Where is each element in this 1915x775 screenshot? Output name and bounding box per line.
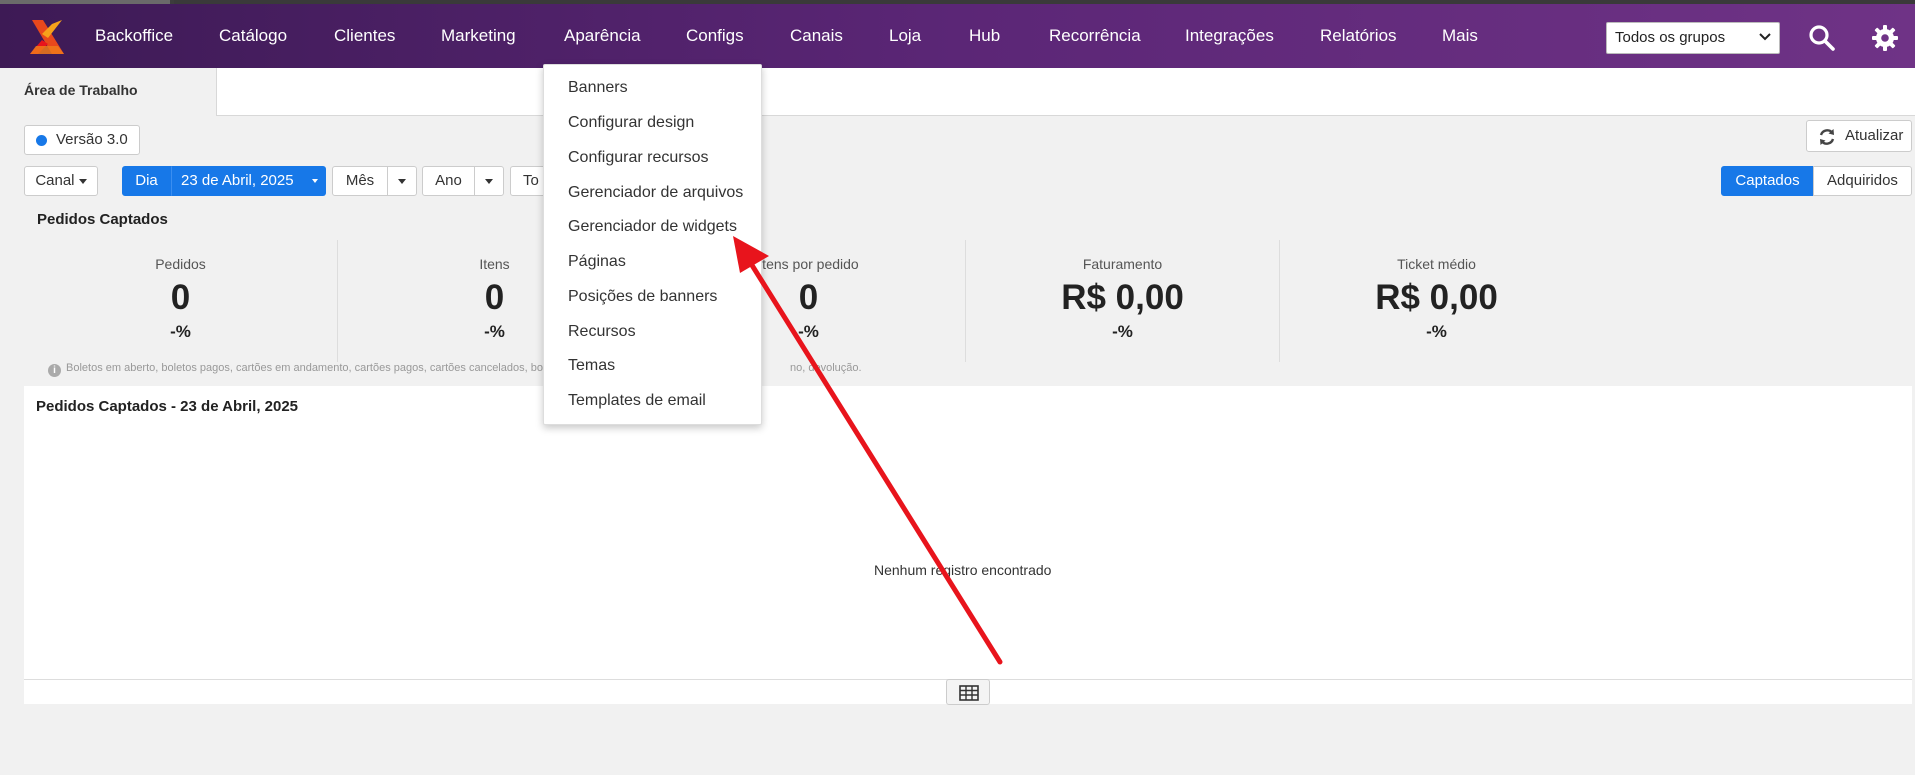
stat-faturamento: Faturamento R$ 0,00 -%	[966, 240, 1279, 362]
adquiridos-toggle[interactable]: Adquiridos	[1813, 166, 1912, 196]
nav-aparencia[interactable]: Aparência	[564, 24, 641, 48]
version-badge[interactable]: Versão 3.0	[24, 125, 140, 155]
stats-title: Pedidos Captados	[37, 211, 168, 228]
update-label: Atualizar	[1845, 127, 1904, 144]
nav-catalogo[interactable]: Catálogo	[219, 24, 287, 48]
menu-item-paginas[interactable]: Páginas	[568, 253, 626, 271]
search-icon[interactable]	[1808, 24, 1836, 52]
caret-down-icon	[485, 178, 493, 184]
nav-recorrencia[interactable]: Recorrência	[1049, 24, 1141, 48]
menu-item-posicoes-de-banners[interactable]: Posições de banners	[568, 288, 717, 306]
orders-chart-panel: Pedidos Captados - 23 de Abril, 2025 Nen…	[24, 386, 1912, 704]
stat-ticket-medio: Ticket médio R$ 0,00 -%	[1280, 240, 1593, 362]
version-label: Versão 3.0	[56, 131, 128, 148]
menu-item-gerenciador-de-arquivos[interactable]: Gerenciador de arquivos	[568, 184, 743, 202]
adquiridos-label: Adquiridos	[1827, 172, 1898, 189]
period-year-label: Ano	[435, 172, 462, 189]
tab-strip-fill	[217, 68, 1915, 115]
menu-item-templates-de-email[interactable]: Templates de email	[568, 392, 706, 410]
stat-value: 0	[170, 278, 191, 317]
stat-value: R$ 0,00	[1375, 278, 1498, 317]
canal-dropdown[interactable]: Canal	[24, 166, 98, 196]
tab-area-de-trabalho[interactable]: Área de Trabalho	[0, 68, 217, 116]
menu-item-configurar-design[interactable]: Configurar design	[568, 114, 694, 132]
canal-label: Canal	[35, 172, 75, 189]
brand-logo[interactable]	[28, 16, 68, 58]
caret-down-icon	[312, 179, 318, 183]
month-dropdown-toggle[interactable]	[387, 166, 417, 196]
update-button[interactable]: Atualizar	[1806, 120, 1912, 152]
menu-item-gerenciador-de-widgets[interactable]: Gerenciador de widgets	[568, 218, 737, 236]
gear-icon[interactable]	[1871, 24, 1899, 52]
table-icon	[959, 685, 979, 701]
nav-backoffice[interactable]: Backoffice	[95, 24, 173, 48]
nav-clientes[interactable]: Clientes	[334, 24, 395, 48]
year-dropdown-toggle[interactable]	[474, 166, 504, 196]
period-all-label: To	[523, 172, 539, 189]
period-year-button[interactable]: Ano	[422, 166, 475, 196]
caret-down-icon	[398, 178, 406, 184]
panel-title: Pedidos Captados - 23 de Abril, 2025	[36, 398, 299, 415]
nav-mais[interactable]: Mais	[1442, 24, 1478, 48]
stat-pedidos: Pedidos 0 -%	[24, 240, 337, 362]
table-view-button[interactable]	[946, 679, 990, 705]
empty-state-message: Nenhum registro encontrado	[874, 562, 1052, 578]
info-icon: i	[48, 364, 61, 377]
captados-toggle[interactable]: Captados	[1721, 166, 1814, 196]
period-day-button[interactable]: Dia	[122, 166, 171, 196]
nav-relatorios[interactable]: Relatórios	[1320, 24, 1397, 48]
stat-percent: -%	[1112, 322, 1133, 341]
menu-item-banners[interactable]: Banners	[568, 79, 628, 97]
period-day-label: Dia	[135, 172, 158, 189]
date-value: 23 de Abril, 2025	[181, 172, 294, 189]
chevron-down-icon	[1759, 33, 1771, 41]
stat-label: Ticket médio	[1397, 256, 1476, 272]
captados-label: Captados	[1735, 172, 1800, 189]
period-month-label: Mês	[345, 172, 375, 189]
period-month-button[interactable]: Mês	[332, 166, 388, 196]
nav-hub[interactable]: Hub	[969, 24, 1000, 48]
menu-item-configurar-recursos[interactable]: Configurar recursos	[568, 149, 709, 167]
stats-info-note: i Boletos em aberto, boletos pagos, cartõ…	[48, 362, 543, 377]
group-select[interactable]: Todos os grupos	[1606, 22, 1780, 54]
aparencia-dropdown-menu: Banners Configurar design Configurar rec…	[543, 64, 762, 425]
nav-canais[interactable]: Canais	[790, 24, 843, 48]
stat-percent: -%	[1426, 322, 1447, 341]
caret-down-icon	[78, 178, 87, 184]
group-select-value: Todos os grupos	[1615, 29, 1726, 46]
stat-label: Faturamento	[1082, 256, 1163, 272]
refresh-icon	[1819, 129, 1835, 145]
info-note-tail-text: no, devolução.	[790, 362, 862, 374]
info-note-text: Boletos em aberto, boletos pagos, cartõe…	[66, 362, 543, 374]
stat-percent: -%	[170, 322, 191, 341]
stats-info-note-tail: no, devolução.	[790, 362, 862, 374]
status-dot	[36, 135, 47, 146]
date-picker[interactable]: 23 de Abril, 2025	[171, 166, 326, 196]
tab-strip: Área de Trabalho	[0, 68, 1915, 116]
nav-integracoes[interactable]: Integrações	[1185, 24, 1274, 48]
nav-loja[interactable]: Loja	[889, 24, 921, 48]
menu-item-recursos[interactable]: Recursos	[568, 323, 636, 341]
nav-marketing[interactable]: Marketing	[441, 24, 516, 48]
stat-value: R$ 0,00	[1061, 278, 1184, 317]
stat-label: Pedidos	[155, 256, 206, 272]
nav-configs[interactable]: Configs	[686, 24, 744, 48]
top-navbar: Backoffice Catálogo Clientes Marketing A…	[0, 4, 1915, 68]
menu-item-temas[interactable]: Temas	[568, 357, 615, 375]
